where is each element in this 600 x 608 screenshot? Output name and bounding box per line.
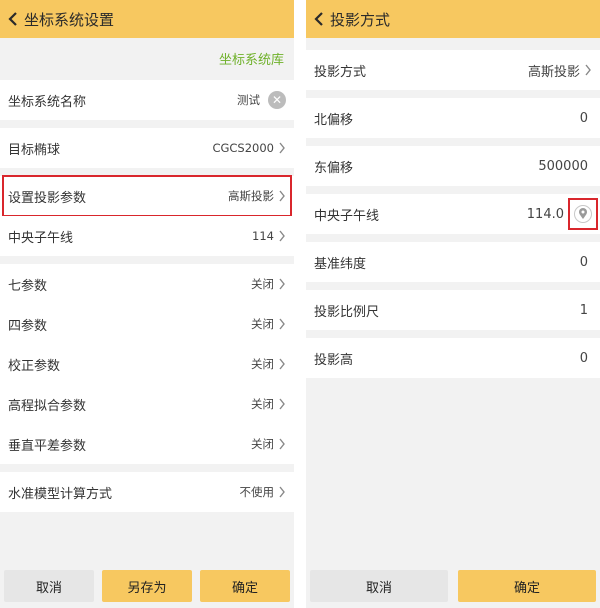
chevron-right-icon bbox=[278, 438, 286, 450]
confirm-button[interactable]: 确定 bbox=[458, 570, 596, 602]
row-label: 北偏移 bbox=[314, 112, 354, 128]
row-value: 关闭 bbox=[251, 277, 274, 291]
row-label: 坐标系统名称 bbox=[8, 94, 87, 110]
header-bar: 投影方式 bbox=[306, 0, 600, 38]
row-label: 基准纬度 bbox=[314, 256, 367, 272]
row-north-offset[interactable]: 北偏移 0 bbox=[306, 98, 600, 138]
row-value[interactable]: 0 bbox=[580, 351, 588, 366]
row-correction-params[interactable]: 校正参数 关闭 bbox=[0, 344, 294, 384]
row-label: 目标椭球 bbox=[8, 142, 61, 158]
row-coordinate-system-name[interactable]: 坐标系统名称 测试 ✕ bbox=[0, 80, 294, 120]
row-label: 四参数 bbox=[8, 318, 48, 334]
cancel-button[interactable]: 取消 bbox=[310, 570, 448, 602]
row-value: 测试 bbox=[237, 93, 260, 107]
row-label: 中央子午线 bbox=[8, 230, 74, 246]
row-leveling-model-method[interactable]: 水准模型计算方式 不使用 bbox=[0, 472, 294, 512]
row-label: 投影比例尺 bbox=[314, 304, 380, 320]
projection-method-screen: 投影方式 投影方式 高斯投影 北偏移 0 东偏移 500000 中央子午线 11… bbox=[306, 0, 600, 608]
save-as-button[interactable]: 另存为 bbox=[102, 570, 192, 602]
row-value[interactable]: 500000 bbox=[538, 159, 588, 174]
row-label: 七参数 bbox=[8, 278, 48, 294]
row-value: 关闭 bbox=[251, 397, 274, 411]
footer-bar: 取消 确定 bbox=[306, 564, 600, 608]
row-seven-params[interactable]: 七参数 关闭 bbox=[0, 264, 294, 304]
chevron-right-icon bbox=[584, 64, 592, 76]
chevron-right-icon bbox=[278, 486, 286, 498]
row-label: 设置投影参数 bbox=[8, 190, 87, 206]
row-value[interactable]: 0 bbox=[580, 111, 588, 126]
row-label: 投影高 bbox=[314, 352, 354, 368]
row-label: 东偏移 bbox=[314, 160, 354, 176]
row-label: 校正参数 bbox=[8, 358, 61, 374]
library-link-row: 坐标系统库 bbox=[0, 38, 294, 78]
row-label: 中央子午线 bbox=[314, 208, 380, 224]
chevron-right-icon bbox=[278, 278, 286, 290]
header-bar: 坐标系统设置 bbox=[0, 0, 294, 38]
row-projection-method[interactable]: 投影方式 高斯投影 bbox=[306, 50, 600, 90]
chevron-right-icon bbox=[278, 318, 286, 330]
row-target-ellipsoid[interactable]: 目标椭球 CGCS2000 bbox=[0, 128, 294, 168]
row-value: 关闭 bbox=[251, 357, 274, 371]
row-value[interactable]: 0 bbox=[580, 255, 588, 270]
row-label: 垂直平差参数 bbox=[8, 438, 87, 454]
footer-bar: 取消 另存为 确定 bbox=[0, 564, 294, 608]
row-value[interactable]: 1 bbox=[580, 303, 588, 318]
row-value: 高斯投影 bbox=[527, 64, 580, 80]
row-four-params[interactable]: 四参数 关闭 bbox=[0, 304, 294, 344]
back-arrow-icon[interactable] bbox=[312, 9, 326, 29]
page-title: 投影方式 bbox=[330, 10, 391, 29]
row-value: 114 bbox=[252, 229, 274, 243]
chevron-right-icon bbox=[278, 230, 286, 242]
row-label: 水准模型计算方式 bbox=[8, 486, 113, 502]
page-title: 坐标系统设置 bbox=[24, 10, 115, 29]
row-central-meridian[interactable]: 中央子午线 114.0 bbox=[306, 194, 600, 234]
row-reference-latitude[interactable]: 基准纬度 0 bbox=[306, 242, 600, 282]
row-label: 投影方式 bbox=[314, 64, 367, 80]
clear-icon[interactable]: ✕ bbox=[268, 91, 286, 109]
row-projection-height[interactable]: 投影高 0 bbox=[306, 338, 600, 378]
cancel-button[interactable]: 取消 bbox=[4, 570, 94, 602]
row-value: CGCS2000 bbox=[212, 141, 274, 155]
coordinate-system-settings-screen: 坐标系统设置 坐标系统库 坐标系统名称 测试 ✕ 目标椭球 CGCS2000 设… bbox=[0, 0, 294, 608]
row-projection-scale[interactable]: 投影比例尺 1 bbox=[306, 290, 600, 330]
row-value: 高斯投影 bbox=[228, 189, 274, 203]
row-projection-params[interactable]: 设置投影参数 高斯投影 bbox=[0, 176, 294, 216]
row-vertical-adjustment-params[interactable]: 垂直平差参数 关闭 bbox=[0, 424, 294, 464]
row-elevation-fitting-params[interactable]: 高程拟合参数 关闭 bbox=[0, 384, 294, 424]
chevron-right-icon bbox=[278, 142, 286, 154]
chevron-right-icon bbox=[278, 398, 286, 410]
chevron-right-icon bbox=[278, 358, 286, 370]
row-value: 关闭 bbox=[251, 317, 274, 331]
back-arrow-icon[interactable] bbox=[6, 9, 20, 29]
row-value: 不使用 bbox=[239, 485, 275, 499]
row-value[interactable]: 114.0 bbox=[527, 207, 564, 222]
row-label: 高程拟合参数 bbox=[8, 398, 87, 414]
coordinate-system-library-link[interactable]: 坐标系统库 bbox=[219, 49, 284, 68]
row-central-meridian[interactable]: 中央子午线 114 bbox=[0, 216, 294, 256]
row-value: 关闭 bbox=[251, 437, 274, 451]
confirm-button[interactable]: 确定 bbox=[200, 570, 290, 602]
chevron-right-icon bbox=[278, 190, 286, 202]
location-pin-icon[interactable] bbox=[574, 205, 592, 223]
row-east-offset[interactable]: 东偏移 500000 bbox=[306, 146, 600, 186]
